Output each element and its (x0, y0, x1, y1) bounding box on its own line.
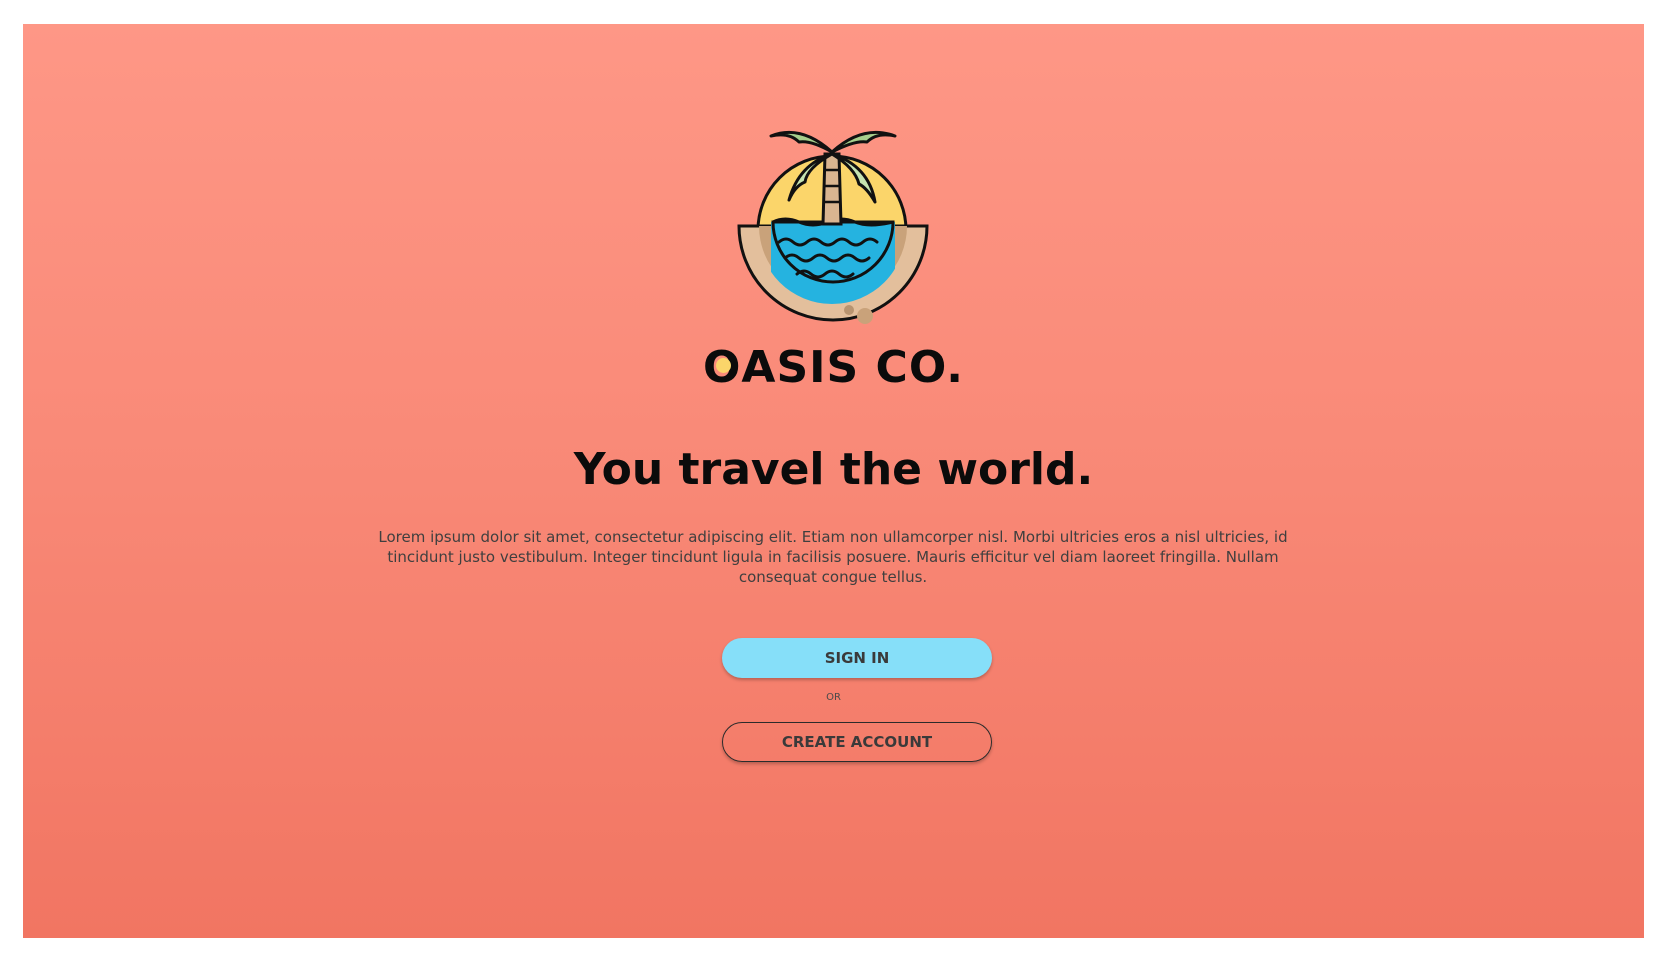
create-account-button[interactable]: CREATE ACCOUNT (722, 722, 992, 762)
or-separator: OR (826, 692, 841, 703)
sign-in-button[interactable]: SIGN IN (722, 638, 992, 678)
brand-wordmark: OASIS CO. (23, 338, 1644, 398)
page-headline: You travel the world. (573, 444, 1094, 495)
intro-paragraph: Lorem ipsum dolor sit amet, consectetur … (378, 528, 1288, 586)
brand-o-letter: O (703, 338, 741, 398)
palm-island-logo (737, 130, 929, 324)
brand-name-rest: ASIS CO. (741, 342, 964, 393)
welcome-screen: OASIS CO. You travel the world. Lorem ip… (23, 24, 1644, 938)
sun-dot-icon (716, 358, 731, 373)
